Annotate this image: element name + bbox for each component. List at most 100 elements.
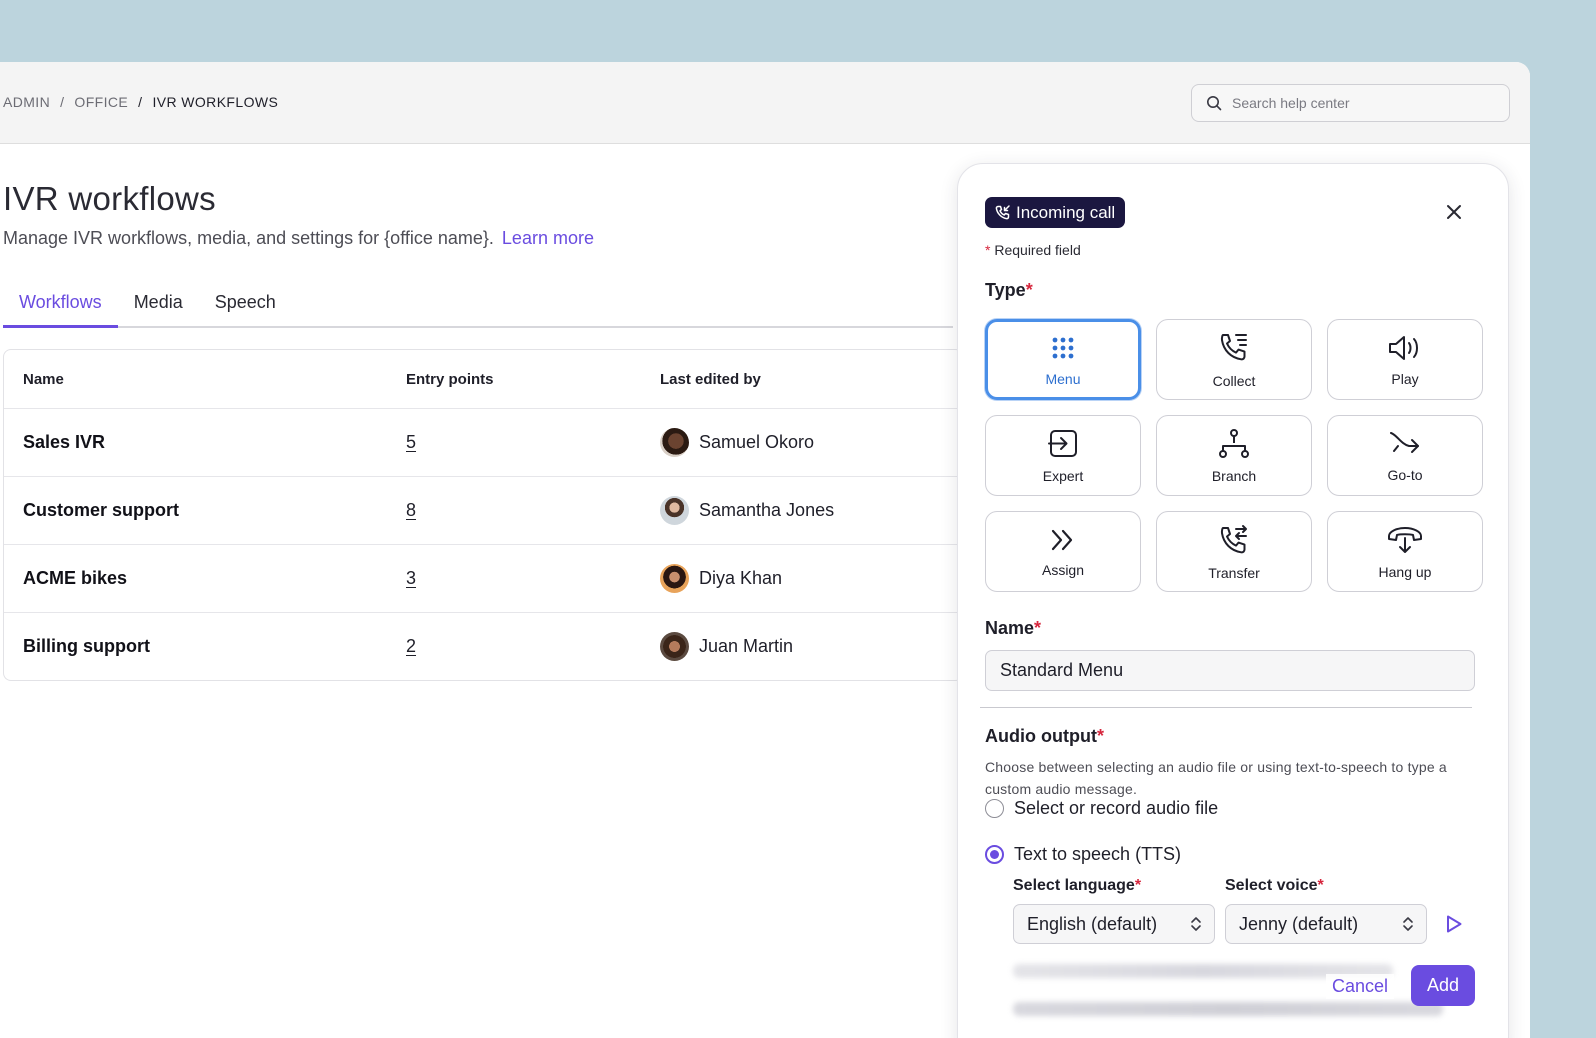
editor-cell: Juan Martin xyxy=(660,632,963,661)
node-config-panel: Incoming call * Required field Type* Men… xyxy=(957,163,1509,1038)
language-select[interactable]: English (default) xyxy=(1013,904,1215,944)
learn-more-link[interactable]: Learn more xyxy=(502,228,594,248)
type-label-transfer: Transfer xyxy=(1208,564,1260,581)
name-field[interactable] xyxy=(985,650,1475,691)
workflow-name[interactable]: Sales IVR xyxy=(4,432,406,453)
type-expert[interactable]: Expert xyxy=(985,415,1141,496)
table-row[interactable]: Customer support 8 Samantha Jones xyxy=(4,476,963,544)
breadcrumb-admin[interactable]: ADMIN xyxy=(3,94,50,110)
voice-select[interactable]: Jenny (default) xyxy=(1225,904,1427,944)
editor-name: Samantha Jones xyxy=(699,500,835,520)
editor-name: Diya Khan xyxy=(699,568,783,588)
column-header-last-edited[interactable]: Last edited by xyxy=(660,371,963,388)
audio-output-label: Audio output* xyxy=(985,726,1104,747)
type-label-menu: Menu xyxy=(1045,370,1081,387)
entry-points-link[interactable]: 2 xyxy=(406,636,416,656)
speaker-icon xyxy=(1389,335,1418,360)
entry-points-link[interactable]: 3 xyxy=(406,568,416,588)
required-star: * xyxy=(1034,618,1042,638)
language-label: Select language* xyxy=(1013,877,1141,895)
table-row[interactable]: Billing support 2 Juan Martin xyxy=(4,612,963,680)
entry-points-link[interactable]: 5 xyxy=(406,432,416,452)
required-star: * xyxy=(985,242,991,258)
column-header-name[interactable]: Name xyxy=(4,371,406,388)
required-star: * xyxy=(1317,877,1324,894)
tab-media[interactable]: Media xyxy=(118,280,199,328)
radio-audio-file[interactable]: Select or record audio file xyxy=(985,798,1218,819)
workflows-table: Name Entry points Last edited by Sales I… xyxy=(3,349,963,681)
phone-list-icon xyxy=(1220,333,1247,360)
goto-arrow-icon xyxy=(1390,431,1419,453)
breadcrumb: ADMIN / OFFICE / IVR WORKFLOWS xyxy=(3,94,278,110)
radio-button-checked[interactable] xyxy=(985,845,1004,864)
type-label: Type* xyxy=(985,280,1033,301)
branch-icon xyxy=(1219,428,1249,458)
search-input[interactable] xyxy=(1232,95,1492,111)
breadcrumb-current: IVR WORKFLOWS xyxy=(152,94,279,110)
table-header-row: Name Entry points Last edited by xyxy=(4,350,963,408)
required-star: * xyxy=(1134,877,1142,894)
close-icon[interactable] xyxy=(1444,202,1464,222)
editor-cell: Diya Khan xyxy=(660,564,963,593)
type-label-goto: Go-to xyxy=(1387,466,1423,483)
language-label-text: Select language xyxy=(1013,877,1135,894)
type-menu[interactable]: Menu xyxy=(985,319,1141,400)
voice-label: Select voice* xyxy=(1225,877,1324,895)
incoming-call-icon xyxy=(995,204,1010,219)
entry-points-link[interactable]: 8 xyxy=(406,500,416,520)
type-transfer[interactable]: Transfer xyxy=(1156,511,1312,592)
required-note-text: Required field xyxy=(994,242,1081,258)
subtitle-text: Manage IVR workflows, media, and setting… xyxy=(3,228,494,248)
hang-up-icon xyxy=(1388,526,1422,553)
blurred-text xyxy=(1013,1002,1443,1016)
radio-tts[interactable]: Text to speech (TTS) xyxy=(985,844,1181,865)
tab-speech[interactable]: Speech xyxy=(199,280,292,328)
enter-box-icon xyxy=(1048,429,1077,457)
table-row[interactable]: ACME bikes 3 Diya Khan xyxy=(4,544,963,612)
add-button[interactable]: Add xyxy=(1411,965,1475,1006)
type-label-play: Play xyxy=(1391,370,1419,387)
editor-cell: Samuel Okoro xyxy=(660,428,963,457)
workflow-name[interactable]: Billing support xyxy=(4,636,406,657)
type-hang-up[interactable]: Hang up xyxy=(1327,511,1483,592)
tab-workflows[interactable]: Workflows xyxy=(3,280,118,328)
radio-button[interactable] xyxy=(985,799,1004,818)
required-field-note: * Required field xyxy=(985,242,1081,258)
workflow-name[interactable]: Customer support xyxy=(4,500,406,521)
editor-name: Juan Martin xyxy=(699,636,794,656)
search-box[interactable] xyxy=(1191,84,1510,122)
updown-chevron-icon xyxy=(1403,917,1413,931)
avatar xyxy=(660,632,689,661)
radio-audio-file-label: Select or record audio file xyxy=(1014,798,1219,818)
play-preview-icon[interactable] xyxy=(1444,914,1464,934)
editor-cell: Samantha Jones xyxy=(660,496,963,525)
cancel-button[interactable]: Cancel xyxy=(1326,974,1395,999)
type-label-assign: Assign xyxy=(1041,561,1085,578)
divider xyxy=(980,707,1472,708)
updown-chevron-icon xyxy=(1191,917,1201,931)
type-label-expert: Expert xyxy=(1042,467,1084,484)
table-row[interactable]: Sales IVR 5 Samuel Okoro xyxy=(4,408,963,476)
type-goto[interactable]: Go-to xyxy=(1327,415,1483,496)
breadcrumb-office[interactable]: OFFICE xyxy=(74,94,128,110)
type-collect[interactable]: Collect xyxy=(1156,319,1312,400)
top-bar: ADMIN / OFFICE / IVR WORKFLOWS xyxy=(0,62,1530,144)
avatar xyxy=(660,496,689,525)
search-icon xyxy=(1207,96,1222,111)
type-label-text: Type xyxy=(985,280,1026,300)
avatar xyxy=(660,428,689,457)
type-assign[interactable]: Assign xyxy=(985,511,1141,592)
phone-transfer-icon xyxy=(1220,524,1247,553)
dialpad-icon xyxy=(1052,337,1074,358)
voice-label-text: Select voice xyxy=(1225,877,1318,894)
type-branch[interactable]: Branch xyxy=(1156,415,1312,496)
type-label-hang-up: Hang up xyxy=(1378,563,1432,580)
name-label-text: Name xyxy=(985,618,1035,638)
type-play[interactable]: Play xyxy=(1327,319,1483,400)
column-header-entry-points[interactable]: Entry points xyxy=(406,371,660,388)
double-chevron-icon xyxy=(1051,529,1073,550)
audio-output-description: Choose between selecting an audio file o… xyxy=(985,759,1447,797)
page-title: IVR workflows xyxy=(3,180,216,217)
type-grid: Menu Collect Play Expert Branch Go-to As… xyxy=(985,319,1483,592)
workflow-name[interactable]: ACME bikes xyxy=(4,568,406,589)
